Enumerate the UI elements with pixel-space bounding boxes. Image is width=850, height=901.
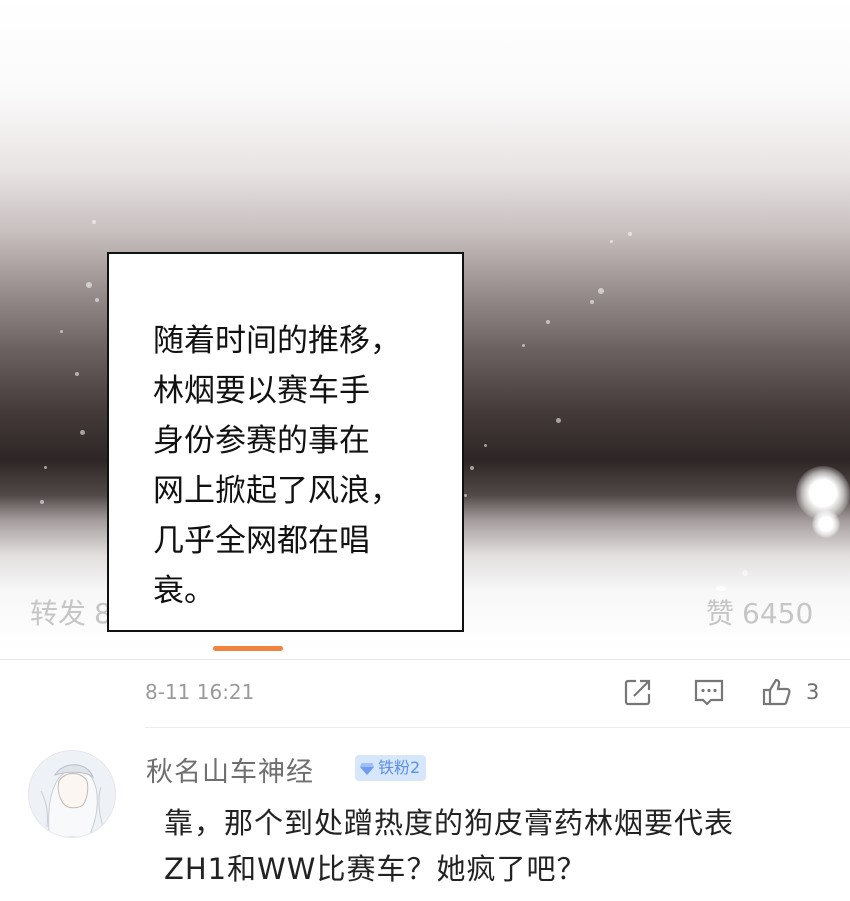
caption-text: 随着时间的推移， 林烟要以赛车手 身份参赛的事在 网上掀起了风浪， 几乎全网都在… (153, 323, 401, 609)
comment-button[interactable] (692, 676, 726, 710)
thumbs-up-icon (762, 678, 791, 706)
diamond-icon (360, 763, 374, 775)
post-timestamp: 8-11 16:21 (145, 680, 255, 704)
like-button[interactable] (760, 676, 794, 710)
share-icon (624, 679, 651, 706)
avatar-illustration (29, 751, 115, 837)
comment-icon (694, 679, 724, 706)
share-button[interactable] (622, 676, 654, 710)
caption-box: 随着时间的推移， 林烟要以赛车手 身份参赛的事在 网上掀起了风浪， 几乎全网都在… (107, 252, 464, 632)
tab-like-count: 6450 (742, 597, 814, 630)
tab-like[interactable]: 赞 6450 (706, 592, 813, 632)
comment-username[interactable]: 秋名山车神经 (146, 750, 314, 789)
tab-like-label: 赞 (706, 597, 735, 630)
comment-text: 靠，那个到处蹭热度的狗皮膏药林烟要代表ZH1和WW比赛车？她疯了吧？ (164, 806, 735, 886)
active-tab-indicator (213, 646, 283, 651)
divider (0, 659, 850, 660)
tab-forward-label: 转发 (30, 597, 87, 630)
fan-badge-label: 铁粉2 (378, 758, 421, 777)
divider (145, 727, 850, 728)
fan-badge: 铁粉2 (355, 755, 427, 781)
avatar[interactable] (28, 750, 116, 838)
comment-like-count: 3 (806, 680, 820, 704)
